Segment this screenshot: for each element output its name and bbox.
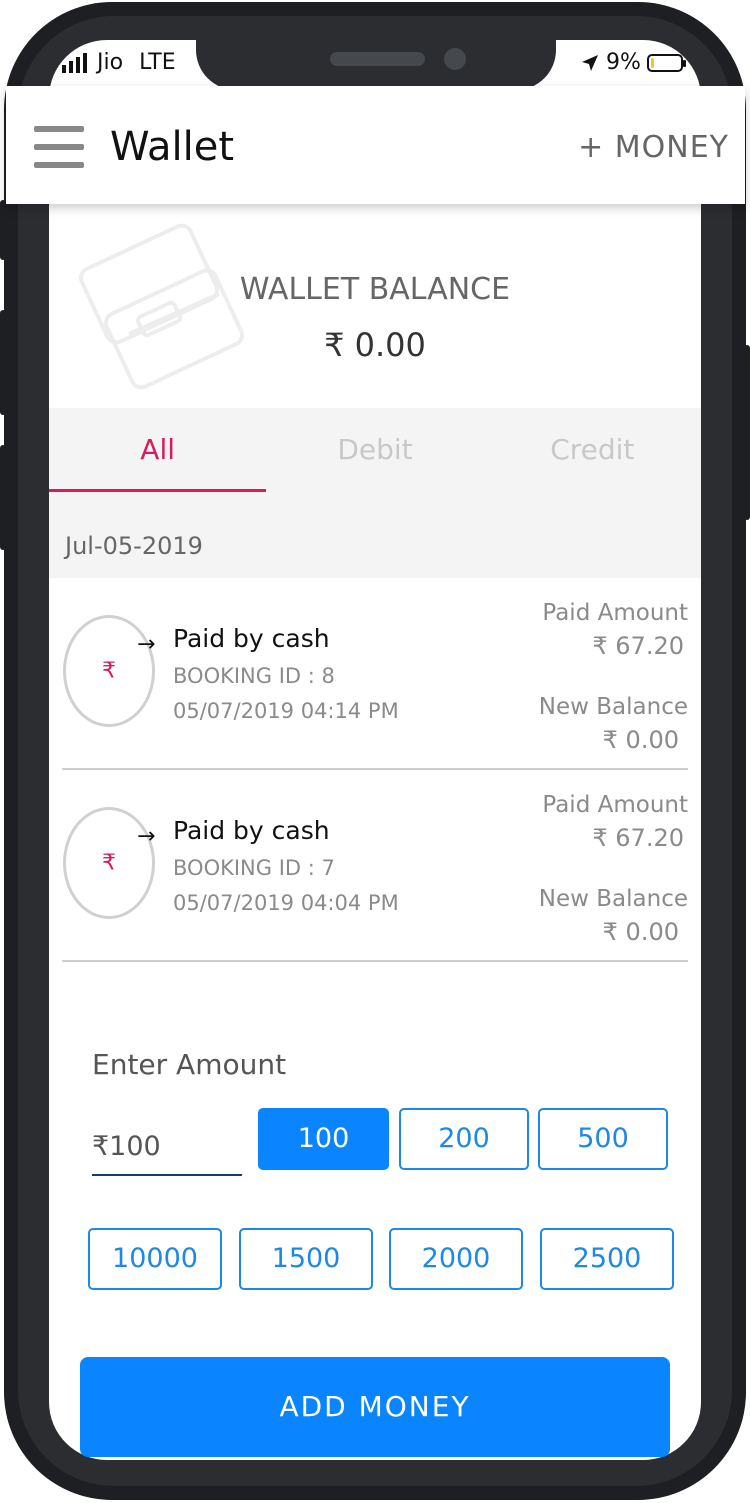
front-camera (444, 48, 466, 70)
hamburger-menu-icon[interactable] (34, 126, 84, 168)
tab-all[interactable]: All (49, 408, 267, 492)
amount-option-10000[interactable]: 10000 (88, 1228, 222, 1290)
transaction-datetime: 05/07/2019 04:04 PM (173, 891, 399, 915)
power-button (744, 345, 750, 520)
amount-option-200[interactable]: 200 (399, 1108, 529, 1170)
transaction-item[interactable]: ₹ → Paid by cash BOOKING ID : 7 05/07/20… (49, 770, 701, 962)
paid-amount-value: ₹ 67.20 (592, 824, 684, 852)
transaction-title: Paid by cash (173, 624, 330, 653)
date-group-label: Jul-05-2019 (65, 532, 203, 560)
amount-option-500[interactable]: 500 (538, 1108, 668, 1170)
cards-watermark-icon (79, 223, 244, 390)
amount-option-100[interactable]: 100 (258, 1108, 389, 1170)
location-arrow-icon (582, 54, 598, 71)
add-money-link[interactable]: + MONEY (578, 130, 729, 165)
battery-level-fill (650, 57, 654, 68)
amount-option-2500[interactable]: 2500 (540, 1228, 674, 1290)
wallet-balance-card: WALLET BALANCE ₹ 0.00 (49, 204, 701, 408)
transaction-booking-id: BOOKING ID : 7 (173, 856, 335, 880)
network-type: LTE (139, 50, 176, 75)
transaction-item[interactable]: ₹ → Paid by cash BOOKING ID : 8 05/07/20… (49, 578, 701, 770)
status-bar-left: Jio LTE (62, 50, 176, 75)
signal-bars-icon (62, 52, 87, 73)
amount-option-2000[interactable]: 2000 (389, 1228, 523, 1290)
speaker-grille (330, 52, 425, 66)
transaction-filter-tabs: All Debit Credit (49, 408, 701, 492)
rupee-icon: ₹ (102, 850, 116, 876)
app-header: Wallet + MONEY (6, 86, 745, 204)
page-title: Wallet (110, 124, 235, 170)
date-group-header: Jul-05-2019 (49, 492, 701, 578)
arrow-right-icon: → (137, 632, 156, 657)
battery-percentage: 9% (606, 50, 641, 75)
arrow-right-icon: → (137, 824, 156, 849)
tab-debit[interactable]: Debit (266, 408, 483, 492)
phone-frame: Jio LTE 9% Wallet + MONEY WALLET BALANCE… (0, 0, 750, 1503)
paid-amount-value: ₹ 67.20 (592, 632, 684, 660)
enter-amount-label: Enter Amount (92, 1048, 287, 1081)
battery-icon (646, 53, 686, 72)
status-bar-right: 9% (580, 50, 686, 75)
amount-option-1500[interactable]: 1500 (239, 1228, 373, 1290)
paid-amount-label: Paid Amount (542, 600, 688, 626)
new-balance-label: New Balance (538, 694, 688, 720)
tab-credit[interactable]: Credit (484, 408, 701, 492)
divider (62, 960, 688, 962)
wallet-balance-label: WALLET BALANCE (239, 272, 511, 307)
silent-switch (0, 445, 6, 550)
volume-down-button (0, 310, 6, 415)
new-balance-value: ₹ 0.00 (602, 918, 679, 946)
transaction-booking-id: BOOKING ID : 8 (173, 664, 335, 688)
wallet-balance-value: ₹ 0.00 (324, 326, 426, 364)
add-money-button[interactable]: ADD MONEY (80, 1357, 670, 1457)
transaction-title: Paid by cash (173, 816, 330, 845)
paid-amount-label: Paid Amount (542, 792, 688, 818)
amount-input[interactable] (92, 1118, 242, 1176)
new-balance-value: ₹ 0.00 (602, 726, 679, 754)
new-balance-label: New Balance (538, 886, 688, 912)
volume-up-button (0, 200, 6, 260)
carrier-name: Jio (97, 50, 124, 75)
rupee-icon: ₹ (102, 658, 116, 684)
transaction-datetime: 05/07/2019 04:14 PM (173, 699, 399, 723)
